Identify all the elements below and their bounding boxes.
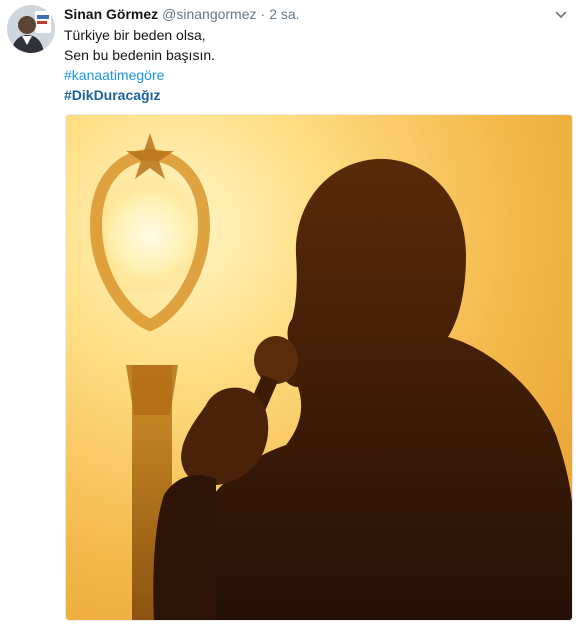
author-avatar[interactable]: [7, 5, 55, 53]
tweet-media-photo[interactable]: [65, 114, 573, 621]
tweet-text-line: Sen bu bedenin başısın.: [64, 47, 216, 63]
tweet-header: Sinan Görmez @sinangormez · 2 sa.: [64, 6, 300, 26]
hashtag-link[interactable]: #DikDuracağız: [64, 85, 215, 105]
tweet-text: Türkiye bir beden olsa, Sen bu bedenin b…: [64, 25, 215, 105]
user-avatar-icon: [7, 5, 55, 53]
tweet: Sinan Görmez @sinangormez · 2 sa. Türkiy…: [0, 0, 580, 629]
tweet-text-line: Türkiye bir beden olsa,: [64, 27, 206, 43]
chevron-down-icon[interactable]: [555, 9, 567, 21]
header-separator: ·: [260, 6, 266, 22]
tweet-timestamp[interactable]: 2 sa.: [269, 6, 299, 22]
photo-silhouette-sunset-icon: [66, 115, 572, 620]
hashtag-link[interactable]: #kanaatimegöre: [64, 65, 215, 85]
author-display-name[interactable]: Sinan Görmez: [64, 6, 158, 22]
author-handle[interactable]: @sinangormez: [162, 6, 256, 22]
